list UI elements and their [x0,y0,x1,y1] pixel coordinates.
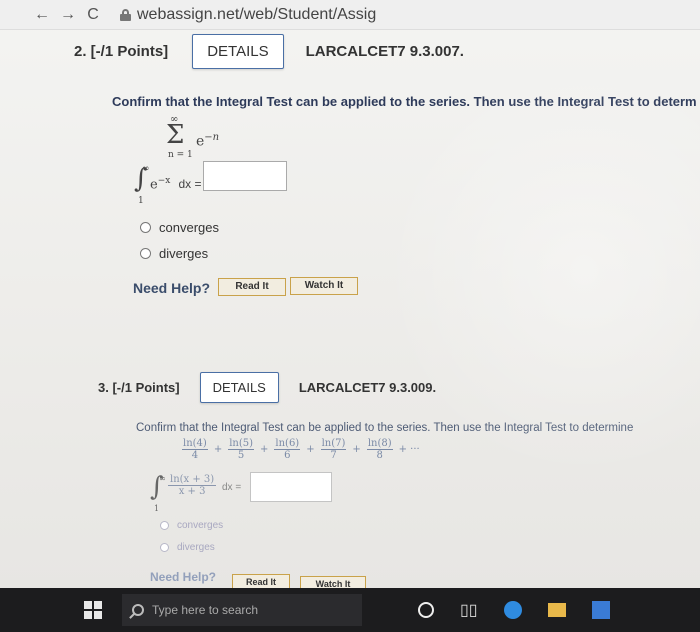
series-term-denominator: 8 [376,450,383,461]
series-term-denominator: 5 [237,450,245,461]
series-term: ln(8) 8 [366,438,393,461]
series-ellipsis: + ··· [398,444,420,455]
task-view-icon[interactable]: ▯▯ [460,600,478,620]
series-term-numerator: ln(6) [274,438,301,450]
taskbar-search[interactable]: Type here to search [122,594,362,626]
q3-option-converges-label: converges [177,520,224,531]
question-2-points: 2. [-/1 Points] [74,43,169,60]
radio-converges[interactable] [140,222,151,233]
url-text[interactable]: webassign.net/web/Student/Assig [137,6,376,24]
series-term-numerator: ln(8) [366,438,393,450]
q3-integrand-numerator: ln(x + 3) [168,474,217,486]
q3-integral-answer-input[interactable] [250,472,332,502]
series-plus-sign: + [352,444,361,455]
address-bar[interactable]: webassign.net/web/Student/Assig [120,6,376,24]
file-explorer-icon[interactable] [547,603,566,617]
question-3-instruction: Confirm that the Integral Test can be ap… [136,422,634,434]
taskbar-search-placeholder[interactable]: Type here to search [152,603,258,617]
series-plus-sign: + [213,444,223,455]
question-3-header: 3. [-/1 Points] DETAILS LARCALCET7 9.3.0… [98,372,436,403]
integrand: e−x dx = [150,176,201,192]
question-2-code: LARCALCET7 9.3.007. [305,43,464,60]
screen: ← → C webassign.net/web/Student/Assig 2.… [0,0,700,632]
series-plus-sign: + [260,444,269,455]
windows-start-icon[interactable] [84,601,102,619]
option-diverges-label: diverges [159,246,209,261]
integral-answer-input[interactable] [203,161,287,191]
option-diverges[interactable]: diverges [140,246,208,261]
sum-term-exponent: −n [204,132,220,143]
q3-option-diverges-label: diverges [177,542,215,553]
series-term: ln(7) 7 [320,438,347,461]
q3-option-converges[interactable]: converges [160,520,223,531]
lock-icon [120,8,131,21]
option-converges-label: converges [159,220,219,235]
q3-radio-converges[interactable] [160,521,169,530]
question-3-series: ln(4) 4 + ln(5) 5 + ln(6) 6 + ln(7) 7 + ln(8) 8 + ··· [182,438,420,461]
forward-arrow-icon[interactable]: → [60,6,76,23]
q3-integrand-denominator: x + 3 [178,486,206,497]
search-icon [132,604,144,616]
cortana-icon[interactable] [418,602,434,618]
question-2-instruction: Confirm that the Integral Test can be ap… [112,94,697,109]
series-term-denominator: 6 [284,450,291,461]
details-button[interactable]: DETAILS [199,372,279,403]
series-term: ln(5) 5 [228,438,255,461]
question-3-code: LARCALCET7 9.3.009. [298,380,437,395]
series-term-denominator: 7 [330,450,337,461]
store-icon[interactable] [591,601,610,619]
sigma-symbol: Σ [166,120,185,150]
q3-integrand: ln(x + 3) x + 3 [168,474,217,497]
browser-toolbar: ← → C webassign.net/web/Student/Assig [0,0,700,30]
q3-option-diverges[interactable]: diverges [160,542,215,553]
integrand-exponent: −x [157,176,171,186]
integral-dx: dx = [178,177,202,192]
radio-diverges[interactable] [140,248,151,259]
read-it-button[interactable]: Read It [218,278,286,296]
q3-need-help-label: Need Help? [150,570,217,584]
series-term: ln(6) 6 [274,438,301,461]
series-term-numerator: ln(4) [182,438,208,450]
series-term-denominator: 4 [191,450,199,461]
series-term: ln(4) 4 [182,438,208,461]
reload-icon[interactable]: C [86,6,100,23]
edge-browser-icon[interactable] [503,601,522,619]
need-help-label: Need Help? [133,280,211,296]
question-2-header: 2. [-/1 Points] DETAILS LARCALCET7 9.3.0… [74,34,464,69]
integral-lower-limit: 1 [138,196,144,206]
back-arrow-icon[interactable]: ← [34,6,50,23]
series-term-numerator: ln(7) [320,438,347,450]
option-converges[interactable]: converges [140,220,219,235]
sum-term: e−n [196,132,219,150]
q3-radio-diverges[interactable] [160,543,169,552]
sum-lower-limit: n = 1 [168,150,193,160]
q3-integral-dx: dx = [222,482,242,493]
series-term-numerator: ln(5) [228,438,255,450]
q3-integral-lower-limit: 1 [154,504,160,513]
taskbar-icons: ▯▯ [418,600,610,620]
watch-it-button[interactable]: Watch It [290,277,358,295]
integral-upper-limit: ∞ [142,164,150,174]
series-plus-sign: + [306,444,315,455]
integrand-base: e [150,177,158,193]
details-button[interactable]: DETAILS [192,34,284,69]
screen-glare [380,60,700,480]
question-3-points: 3. [-/1 Points] [98,380,180,395]
q3-integral-upper-limit: ∞ [159,474,166,483]
windows-taskbar: Type here to search ▯▯ [0,588,700,632]
